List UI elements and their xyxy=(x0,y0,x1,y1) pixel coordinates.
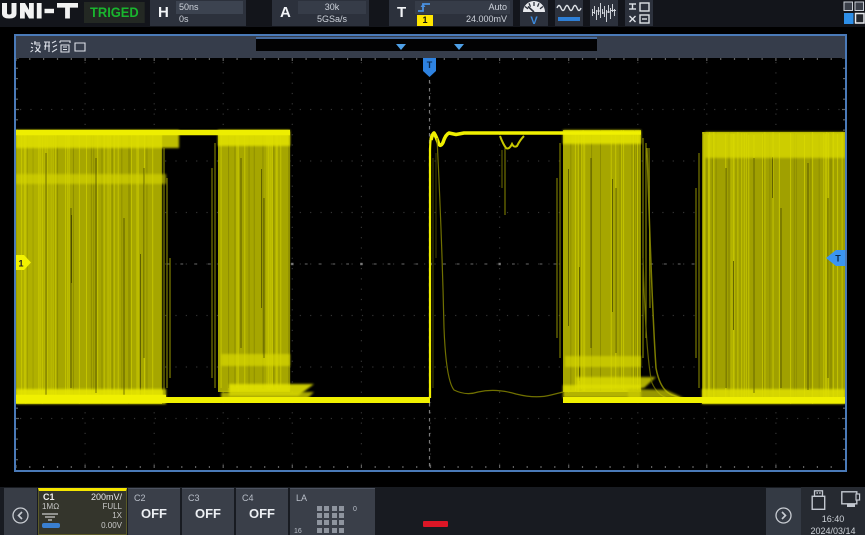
svg-text:T: T xyxy=(835,254,841,264)
svg-text:V: V xyxy=(530,15,538,26)
svg-text:1: 1 xyxy=(18,259,23,269)
svg-text:T: T xyxy=(427,60,433,70)
